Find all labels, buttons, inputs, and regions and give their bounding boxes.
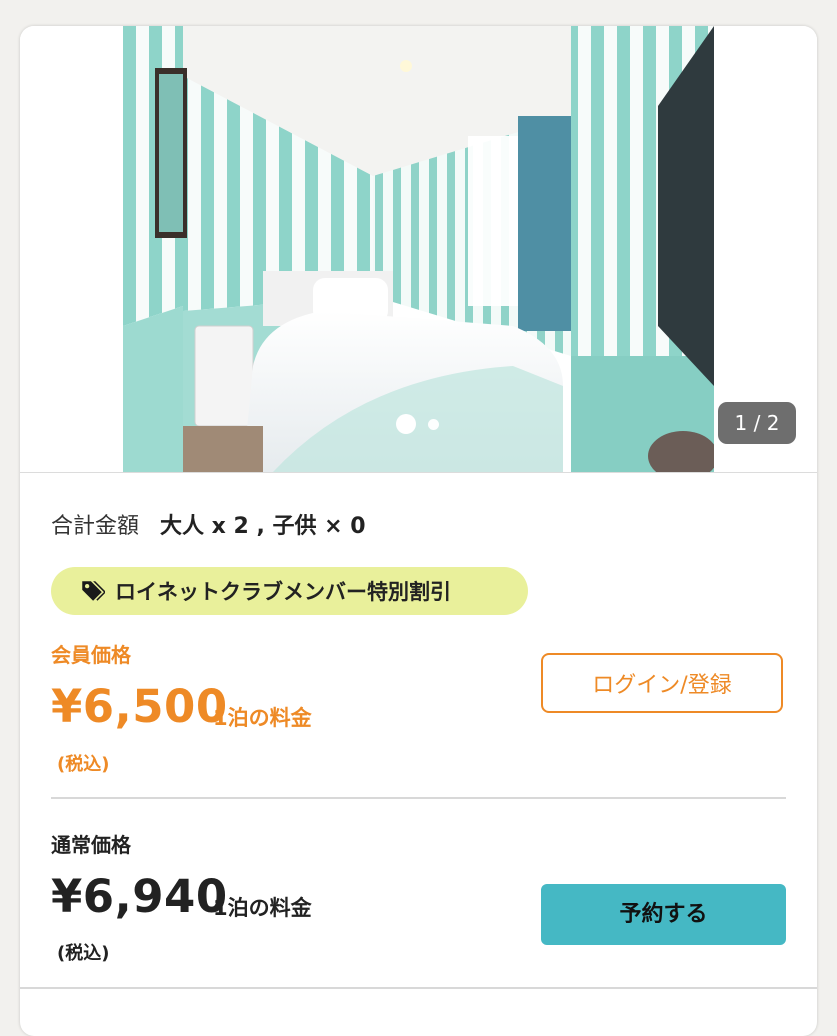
member-price: ¥6,500: [51, 680, 228, 733]
divider: [20, 987, 817, 989]
guest-summary: 合計金額 大人 x 2 , 子供 × 0: [51, 508, 366, 540]
carousel-dot[interactable]: [428, 419, 439, 430]
tag-icon: [82, 581, 105, 601]
login-register-button[interactable]: ログイン/登録: [541, 653, 783, 713]
reserve-button[interactable]: 予約する: [541, 884, 786, 945]
guest-count: 大人 x 2 , 子供 × 0: [160, 514, 366, 539]
member-discount-badge: ロイネットクラブメンバー特別割引: [51, 567, 528, 615]
member-price-label: 会員価格: [51, 643, 131, 667]
member-price-unit: 1泊の料金: [213, 706, 312, 730]
photo-carousel[interactable]: 1 / 2: [20, 26, 817, 472]
total-amount-label: 合計金額: [51, 514, 140, 539]
divider: [20, 472, 817, 473]
regular-price: ¥6,940: [51, 870, 228, 923]
regular-price-label: 通常価格: [51, 833, 131, 857]
room-photo: [123, 26, 714, 472]
regular-price-unit: 1泊の料金: [213, 896, 312, 920]
image-counter: 1 / 2: [718, 402, 796, 444]
room-plan-card: 1 / 2 合計金額 大人 x 2 , 子供 × 0 ロイネットクラブメンバー特…: [20, 26, 817, 1036]
regular-tax-note: (税込): [57, 943, 110, 964]
divider: [51, 797, 786, 799]
badge-label: ロイネットクラブメンバー特別割引: [115, 580, 451, 604]
carousel-dot-active[interactable]: [396, 414, 416, 434]
member-tax-note: (税込): [57, 754, 110, 775]
